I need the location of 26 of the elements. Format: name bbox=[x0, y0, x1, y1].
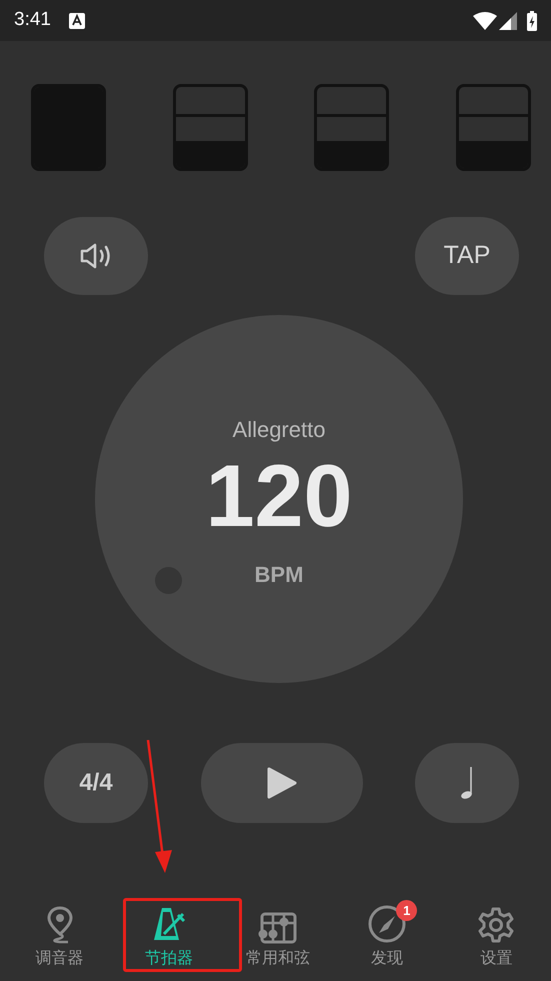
chord-grid-icon bbox=[258, 912, 298, 944]
beat-block[interactable] bbox=[456, 84, 531, 171]
beat-block[interactable] bbox=[172, 84, 248, 171]
nav-tab[interactable]: 1 发现 bbox=[332, 895, 442, 971]
tempo-marking: Allegretto bbox=[232, 416, 326, 444]
tap-button[interactable]: TAP bbox=[415, 217, 519, 295]
signal-icon bbox=[499, 12, 517, 30]
time-signature-button[interactable]: 4/4 bbox=[44, 743, 148, 823]
tempo-dial[interactable]: Allegretto 120 BPM bbox=[95, 315, 463, 683]
notification-badge: 1 bbox=[396, 900, 418, 921]
beat-block[interactable] bbox=[314, 84, 390, 171]
bpm-unit: BPM bbox=[254, 561, 304, 589]
location-pin-icon bbox=[46, 906, 74, 944]
nav-tab[interactable]: 调音器 bbox=[5, 895, 114, 971]
nav-tab[interactable]: 节拍器 bbox=[114, 895, 224, 971]
status-time: 3:41 bbox=[14, 8, 51, 32]
quarter-note-icon bbox=[460, 766, 474, 800]
bpm-value: 120 bbox=[206, 452, 352, 540]
keyboard-icon bbox=[68, 12, 85, 28]
play-icon bbox=[266, 766, 298, 800]
beat-block[interactable] bbox=[31, 84, 106, 171]
settings-icon bbox=[477, 906, 516, 944]
nav-tab[interactable]: 设置 bbox=[442, 895, 551, 971]
nav-tab[interactable]: 常用和弦 bbox=[223, 895, 333, 971]
wifi-icon bbox=[473, 12, 497, 30]
battery-charging-icon bbox=[527, 10, 537, 30]
